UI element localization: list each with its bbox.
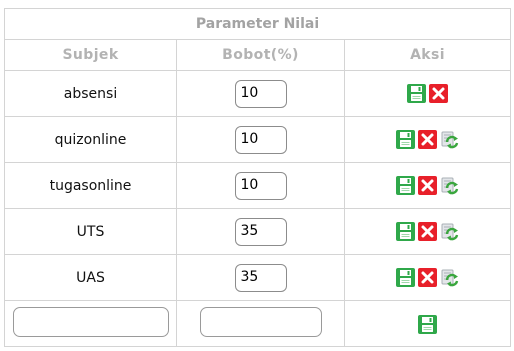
save-icon[interactable] bbox=[396, 130, 416, 149]
row-actions bbox=[407, 84, 449, 103]
new-aksi-cell bbox=[343, 300, 512, 347]
new-entry-row bbox=[4, 300, 512, 347]
refresh-icon[interactable] bbox=[440, 130, 459, 149]
table-header-row: Subjek Bobot(%) Aksi bbox=[4, 39, 512, 71]
new-subjek-input[interactable] bbox=[12, 306, 169, 337]
aksi-cell bbox=[343, 208, 512, 255]
save-icon[interactable] bbox=[407, 84, 427, 103]
bobot-cell: 35 bbox=[176, 208, 345, 255]
column-header-bobot: Bobot(%) bbox=[176, 39, 345, 71]
save-icon[interactable] bbox=[418, 314, 438, 334]
column-header-aksi: Aksi bbox=[343, 39, 512, 71]
save-icon[interactable] bbox=[396, 176, 416, 195]
new-subjek-cell bbox=[4, 300, 177, 347]
aksi-cell bbox=[343, 116, 512, 163]
bobot-input[interactable]: 10 bbox=[234, 125, 287, 154]
bobot-cell: 10 bbox=[176, 162, 345, 209]
subjek-cell: quizonline bbox=[4, 116, 177, 163]
subjek-cell: UTS bbox=[4, 208, 177, 255]
row-actions bbox=[396, 268, 459, 287]
new-bobot-input[interactable] bbox=[199, 306, 322, 337]
save-icon[interactable] bbox=[396, 268, 416, 287]
bobot-input[interactable]: 10 bbox=[234, 171, 287, 200]
column-header-subjek: Subjek bbox=[4, 39, 177, 71]
bobot-cell: 10 bbox=[176, 70, 345, 117]
table-title-row: Parameter Nilai bbox=[3, 8, 512, 40]
delete-icon[interactable] bbox=[418, 176, 438, 195]
delete-icon[interactable] bbox=[418, 268, 438, 287]
bobot-input[interactable]: 10 bbox=[234, 79, 287, 108]
parameter-nilai-table: Parameter Nilai Subjek Bobot(%) Aksi abs… bbox=[3, 8, 512, 347]
table-row: absensi 10 bbox=[4, 70, 512, 117]
refresh-icon[interactable] bbox=[440, 222, 459, 241]
table-row: UTS 35 bbox=[4, 208, 512, 255]
new-row-actions bbox=[418, 314, 438, 334]
row-actions bbox=[396, 176, 459, 195]
aksi-cell bbox=[343, 254, 512, 301]
table-title: Parameter Nilai bbox=[3, 8, 512, 40]
row-actions bbox=[396, 130, 459, 149]
table-row: quizonline 10 bbox=[4, 116, 512, 163]
delete-icon[interactable] bbox=[429, 84, 449, 103]
bobot-input[interactable]: 35 bbox=[234, 263, 287, 292]
refresh-icon[interactable] bbox=[440, 268, 459, 287]
delete-icon[interactable] bbox=[418, 222, 438, 241]
table-row: UAS 35 bbox=[4, 254, 512, 301]
aksi-cell bbox=[343, 70, 512, 117]
save-icon[interactable] bbox=[396, 222, 416, 241]
bobot-cell: 10 bbox=[176, 116, 345, 163]
table-row: tugasonline 10 bbox=[4, 162, 512, 209]
bobot-cell: 35 bbox=[176, 254, 345, 301]
bobot-input[interactable]: 35 bbox=[234, 217, 287, 246]
delete-icon[interactable] bbox=[418, 130, 438, 149]
subjek-cell: absensi bbox=[4, 70, 177, 117]
aksi-cell bbox=[343, 162, 512, 209]
subjek-cell: tugasonline bbox=[4, 162, 177, 209]
row-actions bbox=[396, 222, 459, 241]
refresh-icon[interactable] bbox=[440, 176, 459, 195]
new-bobot-cell bbox=[176, 300, 345, 347]
subjek-cell: UAS bbox=[4, 254, 177, 301]
